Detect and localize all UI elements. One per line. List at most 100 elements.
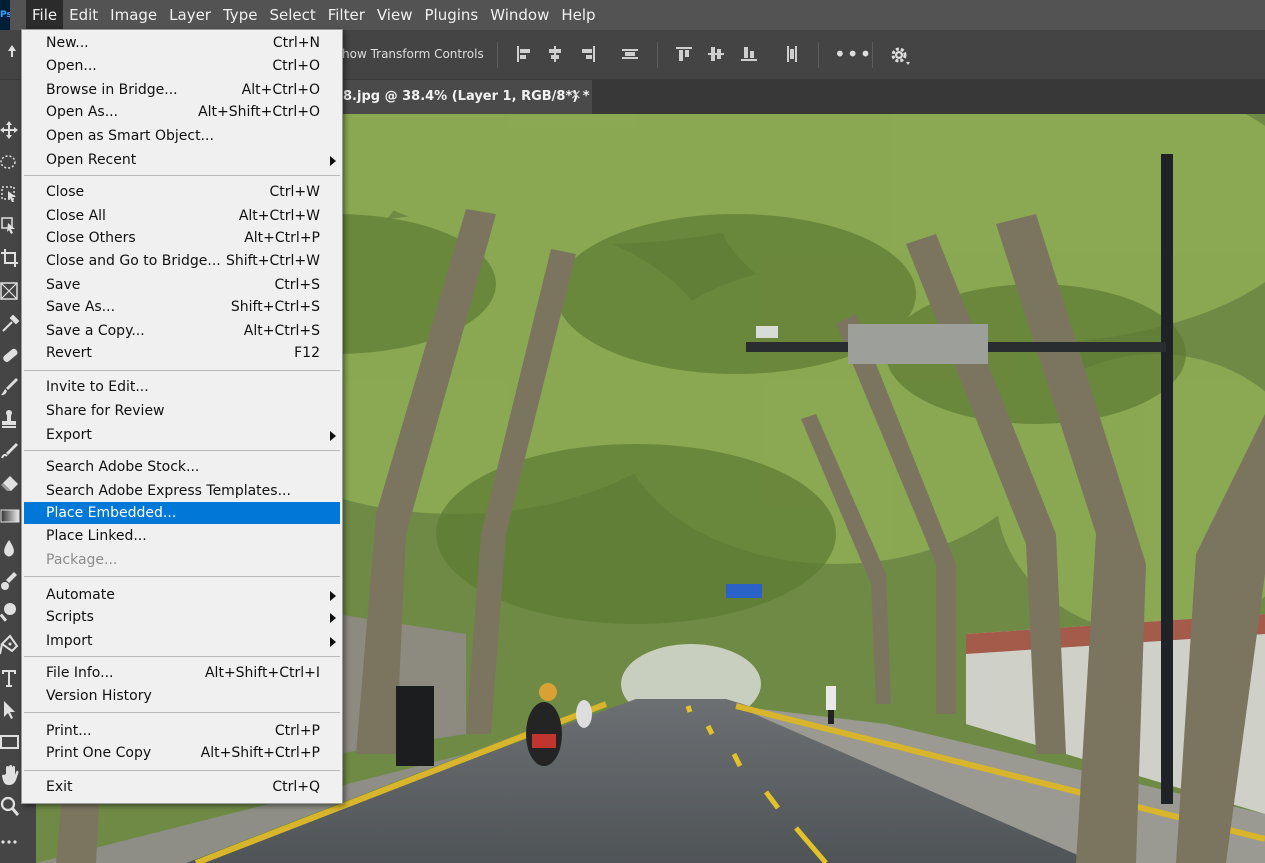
menu-item-label: Version History bbox=[46, 688, 152, 704]
menu-item-print[interactable]: Print... Ctrl+P bbox=[24, 720, 340, 742]
healing-brush-tool-icon[interactable] bbox=[0, 344, 20, 366]
menu-item-save-a-copy[interactable]: Save a Copy... Alt+Ctrl+S bbox=[24, 320, 340, 342]
rectangle-tool-icon[interactable] bbox=[0, 731, 20, 753]
menu-plugins[interactable]: Plugins bbox=[418, 0, 484, 30]
pen-tool-icon[interactable] bbox=[0, 634, 20, 656]
document-tab-title[interactable]: 8.jpg @ 38.4% (Layer 1, RGB/8*) * bbox=[343, 89, 590, 104]
more-options-icon[interactable]: ••• bbox=[834, 44, 872, 64]
menu-select[interactable]: Select bbox=[263, 0, 321, 30]
distribute-horizontal-icon[interactable] bbox=[619, 43, 641, 65]
menu-item-close-others[interactable]: Close Others Alt+Ctrl+P bbox=[24, 227, 340, 249]
align-left-icon[interactable] bbox=[513, 43, 535, 65]
menu-item-open-as[interactable]: Open As... Alt+Shift+Ctrl+O bbox=[24, 101, 340, 123]
type-tool-icon[interactable] bbox=[0, 667, 20, 689]
menu-item-shortcut: Ctrl+O bbox=[272, 58, 320, 74]
smudge-tool-icon[interactable] bbox=[0, 570, 20, 592]
menu-item-shortcut: Ctrl+P bbox=[274, 723, 320, 739]
dodge-tool-icon[interactable] bbox=[0, 602, 20, 624]
menu-view[interactable]: View bbox=[371, 0, 419, 30]
clone-stamp-tool-icon[interactable] bbox=[0, 408, 20, 430]
menu-item-label: Close Others bbox=[46, 230, 136, 246]
frame-tool-icon[interactable] bbox=[0, 280, 20, 302]
menu-item-search-adobe-express-templates[interactable]: Search Adobe Express Templates... bbox=[24, 480, 340, 502]
menu-item-open-as-smart-object[interactable]: Open as Smart Object... bbox=[24, 125, 340, 147]
eyedropper-tool-icon[interactable] bbox=[0, 312, 20, 334]
menu-separator bbox=[24, 175, 340, 176]
menu-item-open-recent[interactable]: Open Recent bbox=[24, 149, 340, 171]
menu-item-close[interactable]: Close Ctrl+W bbox=[24, 181, 340, 203]
menu-item-label: Place Embedded... bbox=[46, 505, 177, 521]
menu-item-label: Search Adobe Stock... bbox=[46, 459, 200, 475]
menu-item-close-all[interactable]: Close All Alt+Ctrl+W bbox=[24, 205, 340, 227]
align-center-horizontal-icon[interactable] bbox=[544, 43, 566, 65]
menu-item-version-history[interactable]: Version History bbox=[24, 685, 340, 707]
menu-item-revert[interactable]: Revert F12 bbox=[24, 342, 340, 364]
history-brush-tool-icon[interactable] bbox=[0, 441, 20, 463]
crop-tool-icon[interactable] bbox=[0, 247, 20, 269]
align-middle-vertical-icon[interactable] bbox=[705, 43, 727, 65]
more-tools-icon[interactable] bbox=[0, 831, 20, 853]
object-selection-tool-icon[interactable] bbox=[0, 183, 20, 205]
menu-type[interactable]: Type bbox=[217, 0, 263, 30]
object-finder-icon[interactable] bbox=[0, 215, 20, 237]
align-top-icon[interactable] bbox=[673, 43, 695, 65]
show-transform-controls-label[interactable]: how Transform Controls bbox=[342, 47, 484, 61]
menu-item-label: New... bbox=[46, 35, 89, 51]
menu-item-label: Invite to Edit... bbox=[46, 379, 149, 395]
menu-layer[interactable]: Layer bbox=[163, 0, 217, 30]
menu-item-automate[interactable]: Automate bbox=[24, 584, 340, 606]
menu-edit[interactable]: Edit bbox=[63, 0, 104, 30]
menu-item-export[interactable]: Export bbox=[24, 424, 340, 446]
menu-item-exit[interactable]: Exit Ctrl+Q bbox=[24, 776, 340, 798]
menu-item-label: Open... bbox=[46, 58, 97, 74]
menu-filter[interactable]: Filter bbox=[322, 0, 371, 30]
move-tool-icon[interactable] bbox=[0, 119, 20, 141]
menu-item-label: Save a Copy... bbox=[46, 323, 145, 339]
menu-item-search-adobe-stock[interactable]: Search Adobe Stock... bbox=[24, 456, 340, 478]
menu-item-shortcut: Ctrl+W bbox=[269, 184, 320, 200]
menu-item-browse-in-bridge[interactable]: Browse in Bridge... Alt+Ctrl+O bbox=[24, 79, 340, 101]
menu-item-invite-to-edit[interactable]: Invite to Edit... bbox=[24, 376, 340, 398]
menu-item-share-for-review[interactable]: Share for Review bbox=[24, 400, 340, 422]
eraser-tool-icon[interactable] bbox=[0, 473, 20, 495]
photoshop-logo-icon[interactable]: Ps bbox=[0, 0, 10, 30]
menu-item-print-one-copy[interactable]: Print One Copy Alt+Shift+Ctrl+P bbox=[24, 742, 340, 764]
menu-window[interactable]: Window bbox=[484, 0, 555, 30]
menu-item-label: Scripts bbox=[46, 609, 94, 625]
menu-item-scripts[interactable]: Scripts bbox=[24, 606, 340, 628]
menu-file[interactable]: File bbox=[26, 0, 64, 30]
menu-item-new[interactable]: New... Ctrl+N bbox=[24, 32, 340, 54]
brush-tool-icon[interactable] bbox=[0, 376, 20, 398]
path-selection-tool-icon[interactable] bbox=[0, 699, 20, 721]
menu-item-file-info[interactable]: File Info... Alt+Shift+Ctrl+I bbox=[24, 662, 340, 684]
document-tab[interactable]: 8.jpg @ 38.4% (Layer 1, RGB/8*) * × bbox=[330, 80, 592, 114]
menu-help[interactable]: Help bbox=[555, 0, 601, 30]
menu-item-package: Package... bbox=[24, 549, 340, 571]
menu-item-label: Print... bbox=[46, 723, 92, 739]
blur-tool-icon[interactable] bbox=[0, 538, 20, 560]
gear-icon[interactable] bbox=[889, 45, 911, 67]
zoom-tool-icon[interactable] bbox=[0, 796, 20, 818]
menu-item-place-linked[interactable]: Place Linked... bbox=[24, 525, 340, 547]
close-tab-icon[interactable]: × bbox=[570, 87, 582, 103]
menu-item-label: Print One Copy bbox=[46, 745, 152, 761]
menu-image[interactable]: Image bbox=[104, 0, 163, 30]
distribute-vertical-icon[interactable] bbox=[781, 43, 803, 65]
menu-item-label: Share for Review bbox=[46, 403, 165, 419]
menu-item-save-as[interactable]: Save As... Shift+Ctrl+S bbox=[24, 296, 340, 318]
menu-separator bbox=[24, 450, 340, 451]
menu-item-open[interactable]: Open... Ctrl+O bbox=[24, 55, 340, 77]
menu-item-label: Save bbox=[46, 277, 81, 293]
move-tool-preset-icon[interactable] bbox=[4, 42, 20, 66]
marquee-tool-icon[interactable] bbox=[0, 151, 20, 173]
menu-item-import[interactable]: Import bbox=[24, 630, 340, 652]
options-divider bbox=[497, 42, 498, 68]
hand-tool-icon[interactable] bbox=[0, 764, 20, 786]
menu-item-place-embedded[interactable]: Place Embedded... bbox=[24, 502, 340, 524]
align-right-icon[interactable] bbox=[577, 43, 599, 65]
menu-item-save[interactable]: Save Ctrl+S bbox=[24, 274, 340, 296]
menu-item-label: Package... bbox=[46, 552, 118, 568]
menu-item-close-and-go-to-bridge[interactable]: Close and Go to Bridge... Shift+Ctrl+W bbox=[24, 250, 340, 272]
gradient-tool-icon[interactable] bbox=[0, 505, 20, 527]
align-bottom-icon[interactable] bbox=[738, 43, 760, 65]
